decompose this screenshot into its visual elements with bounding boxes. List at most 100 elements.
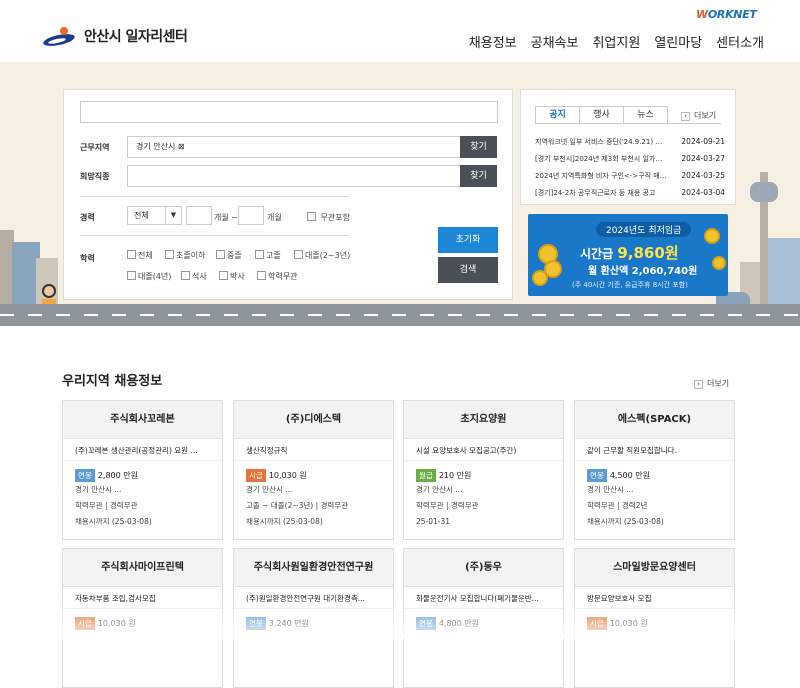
edu-checkbox-middle[interactable]: 중졸 — [216, 250, 242, 261]
job-card-company[interactable]: (주)동우 — [404, 549, 563, 587]
job-card-company[interactable]: 스마일방문요양센터 — [575, 549, 734, 587]
notice-date: 2024-03-25 — [681, 171, 725, 180]
checkbox-box — [307, 212, 316, 221]
job-card-company[interactable]: 주식회사꼬레본 — [63, 401, 222, 439]
notice-date: 2024-09-21 — [681, 137, 725, 146]
job-card-region: 경기 안산시 ... — [75, 485, 122, 494]
edu-checkbox-elementary[interactable]: 초졸이하 — [165, 250, 205, 261]
job-card-company[interactable]: 주식회사마이프린텍 — [63, 549, 222, 587]
job-card[interactable]: 초지요양원 시설 요양보호사 모집공고(주간) 월급 210 만원 경기 안산시 ...… — [403, 400, 564, 540]
job-card-region: 경기 안산시 ... — [587, 485, 634, 494]
notice-item[interactable]: [경기]24-2차 공무직근로자 등 채용 공고 2024-03-04 — [535, 188, 725, 198]
ansan-logo-icon[interactable] — [42, 26, 78, 48]
edu-checkbox-all[interactable]: 전체 — [127, 250, 153, 261]
banner-hourly: 시간급 9,860원 — [580, 242, 679, 263]
bottom-fade — [0, 600, 800, 639]
job-card-requirements: 학력무관 | 경력2년 — [587, 501, 648, 510]
job-type-field[interactable] — [127, 165, 461, 187]
career-from-input[interactable] — [186, 206, 212, 225]
checkbox-box — [127, 271, 136, 280]
job-card[interactable]: 에스펙(SPACK) 같이 근무할 직원모집합니다. 연봉 4,500 만원경기 안산… — [574, 400, 735, 540]
nav-item-open-forum[interactable]: 열린마당 — [654, 32, 702, 51]
job-type-find-button[interactable]: 찾기 — [460, 165, 497, 187]
tab-notice[interactable]: 공지 — [535, 106, 580, 124]
banner-hourly-label: 시간급 — [580, 247, 614, 261]
chevron-right-icon: › — [681, 112, 690, 121]
job-card-title[interactable]: 생산직정규직 — [234, 439, 393, 461]
keyword-search-input[interactable] — [80, 101, 498, 123]
edu-checkbox-master[interactable]: 석사 — [181, 271, 207, 282]
career-label: 경력 — [80, 213, 95, 222]
notice-item[interactable]: [경기 부천시]2024년 제3회 부천시 일가정 양립 2024-03-27 — [535, 154, 725, 164]
tab-event[interactable]: 행사 — [579, 106, 624, 124]
edu-option-label: 초졸이하 — [176, 251, 206, 260]
job-card-title[interactable]: 시설 요양보호사 모집공고(주간) — [404, 439, 563, 461]
banner-monthly: 월 환산액 2,060,740원 — [588, 266, 698, 277]
notice-tabs: 공지 행사 뉴스 — [535, 106, 668, 124]
career-to-input[interactable] — [238, 206, 264, 225]
notice-title: 2024년 지역특화형 비자 구인<->구직 매칭 지원 — [535, 172, 667, 180]
job-card-company[interactable]: 에스펙(SPACK) — [575, 401, 734, 439]
region-find-button[interactable]: 찾기 — [460, 136, 497, 158]
job-card-company[interactable]: (주)디에스텍 — [234, 401, 393, 439]
reset-button[interactable]: 초기화 — [438, 227, 498, 253]
edu-option-label: 석사 — [192, 272, 207, 281]
jobs-more-label: 더보기 — [707, 379, 730, 388]
edu-checkbox-any[interactable]: 학력무관 — [257, 271, 297, 282]
job-card-company[interactable]: 주식회사원일환경안전연구원 — [234, 549, 393, 587]
region-field[interactable]: 경기 안산시 ⊠ — [127, 136, 461, 158]
notice-title: 지역워크넷 일부 서비스 중단('24.9.21) 안내 — [535, 138, 667, 146]
edu-checkbox-college[interactable]: 대졸(2~3년) — [294, 250, 350, 261]
nav-item-public-news[interactable]: 공채속보 — [531, 32, 579, 51]
pay-type-badge: 연봉 — [75, 469, 95, 482]
career-to-unit: 개월 — [267, 213, 282, 222]
jobs-more-link[interactable]: › 더보기 — [694, 378, 729, 389]
nav-item-center-info[interactable]: 센터소개 — [716, 32, 764, 51]
coin-icon — [712, 256, 726, 270]
building-illustration — [768, 238, 800, 308]
pay-amount: 10,030 원 — [268, 471, 307, 480]
notice-more-label: 더보기 — [694, 111, 717, 120]
checkbox-box — [165, 250, 174, 259]
edu-checkbox-doctor[interactable]: 박사 — [219, 271, 245, 282]
job-card-requirements: 학력무관 | 경력무관 — [416, 501, 479, 510]
checkbox-box — [216, 250, 225, 259]
pay-amount: 210 만원 — [438, 471, 472, 480]
notice-item[interactable]: 2024년 지역특화형 비자 구인<->구직 매칭 지원 2024-03-25 — [535, 171, 725, 181]
pay-amount: 4,500 만원 — [609, 471, 650, 480]
notice-date: 2024-03-27 — [681, 154, 725, 163]
notice-item[interactable]: 지역워크넷 일부 서비스 중단('24.9.21) 안내 2024-09-21 — [535, 137, 725, 147]
job-card-title[interactable]: (주)꼬레본 생산관리(공정관리) 요원 ... — [63, 439, 222, 461]
nav-item-jobs[interactable]: 채용정보 — [469, 32, 517, 51]
checkbox-box — [255, 250, 264, 259]
career-irrelevant-checkbox[interactable]: 무관포함 — [307, 212, 350, 223]
tab-underline — [535, 123, 721, 124]
job-card[interactable]: 주식회사꼬레본 (주)꼬레본 생산관리(공정관리) 요원 ... 연봉 2,800 만… — [62, 400, 223, 540]
job-card-title[interactable]: 같이 근무할 직원모집합니다. — [575, 439, 734, 461]
minimum-wage-banner[interactable]: 2024년도 최저임금 시간급 9,860원 월 환산액 2,060,740원 … — [528, 214, 728, 296]
edu-checkbox-high[interactable]: 고졸 — [255, 250, 281, 261]
section-title: 우리지역 채용정보 — [62, 374, 163, 389]
job-card-salary: 월급 210 만원 — [404, 461, 563, 482]
worknet-logo-rest: ORKNET — [707, 8, 757, 21]
search-button[interactable]: 검색 — [438, 257, 498, 283]
notice-panel: 공지 행사 뉴스 › 더보기 지역워크넷 일부 서비스 중단('24.9.21) … — [520, 89, 736, 205]
tab-news[interactable]: 뉴스 — [623, 106, 668, 124]
job-card-company[interactable]: 초지요양원 — [404, 401, 563, 439]
job-card-deadline: 채용시까지 (25-03-08) — [246, 517, 323, 526]
job-card[interactable]: (주)디에스텍 생산직정규직 시급 10,030 원 경기 안산시 ... 고졸 ~ 대졸… — [233, 400, 394, 540]
notice-title: [경기]24-2차 공무직근로자 등 채용 공고 — [535, 189, 656, 197]
nav-item-employment-support[interactable]: 취업지원 — [592, 32, 640, 51]
notice-more-link[interactable]: › 더보기 — [681, 110, 716, 121]
education-label: 학력 — [80, 254, 95, 263]
career-select-value: 전체 — [134, 211, 149, 220]
pay-type-badge: 연봉 — [587, 469, 607, 482]
edu-checkbox-university[interactable]: 대졸(4년) — [127, 271, 171, 282]
site-logo-text[interactable]: 안산시 일자리센터 — [84, 26, 188, 46]
career-select[interactable]: 전체 ▼ — [127, 206, 182, 225]
worknet-logo[interactable]: WORKNET — [696, 8, 757, 21]
job-card-deadline: 25-01-31 — [416, 517, 451, 526]
job-card-salary: 시급10,030 원 — [234, 461, 393, 482]
edu-option-label: 대졸(2~3년) — [305, 251, 351, 260]
notice-date: 2024-03-04 — [681, 188, 725, 197]
